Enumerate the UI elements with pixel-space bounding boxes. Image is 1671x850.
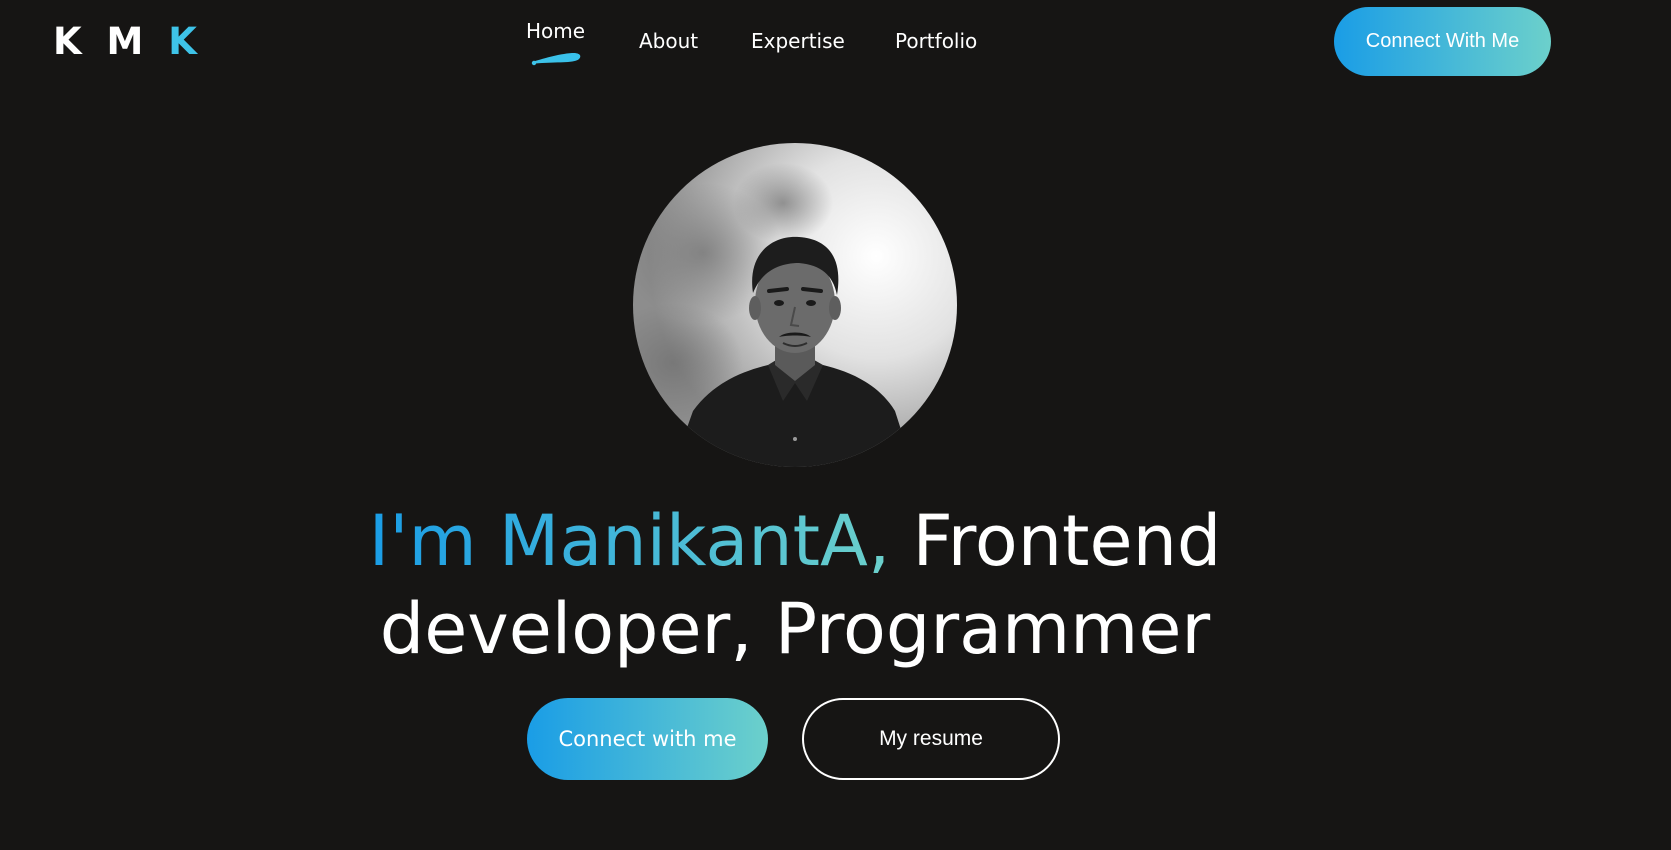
hero-title-line1: Frontend bbox=[890, 500, 1222, 582]
brush-stroke-icon bbox=[531, 52, 581, 66]
profile-photo bbox=[633, 143, 957, 467]
nav-item-portfolio[interactable]: Portfolio bbox=[895, 29, 977, 53]
nav-item-home[interactable]: Home bbox=[526, 19, 585, 43]
nav-item-about[interactable]: About bbox=[639, 29, 698, 53]
logo[interactable]: K M K bbox=[53, 22, 203, 62]
hero-title-line2: developer, Programmer bbox=[379, 588, 1211, 670]
logo-accent-letter: K bbox=[168, 20, 203, 63]
hero-name: I'm ManikantA, bbox=[368, 500, 891, 582]
avatar bbox=[633, 143, 957, 467]
nav-item-expertise[interactable]: Expertise bbox=[751, 29, 845, 53]
connect-with-me-header-button[interactable]: Connect With Me bbox=[1334, 7, 1551, 76]
my-resume-button[interactable]: My resume bbox=[802, 698, 1060, 780]
page: K M K Home About Expertise Portfolio Con… bbox=[0, 0, 1671, 850]
connect-with-me-button[interactable]: Connect with me bbox=[527, 698, 768, 780]
logo-text: K M bbox=[53, 20, 169, 63]
hero-headline: I'm ManikantA, Frontend developer, Progr… bbox=[0, 497, 1590, 673]
